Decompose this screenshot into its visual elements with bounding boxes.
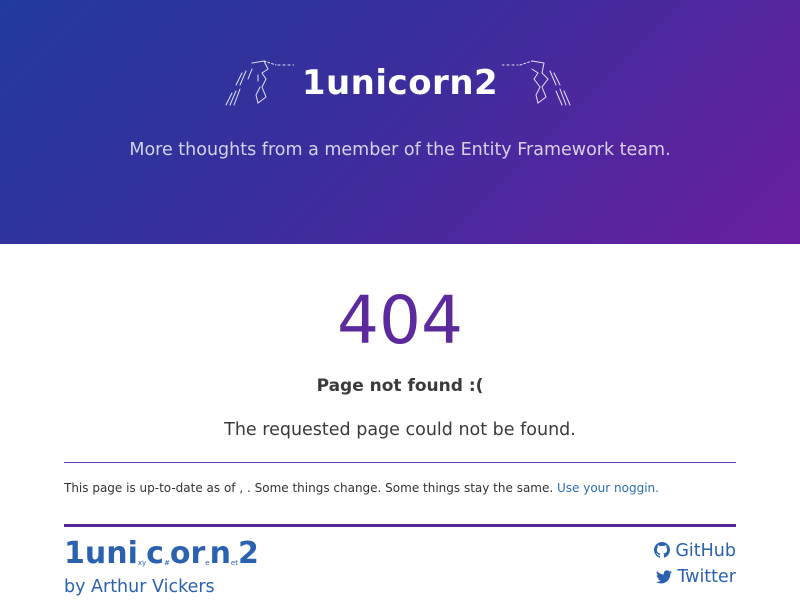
up-to-date-notice: This page is up-to-date as of , . Some t… [64,481,736,495]
brand-part: n [209,536,231,571]
error-code: 404 [337,282,463,359]
brand-part: c [146,536,164,571]
github-link[interactable]: GitHub [624,541,736,561]
footer-author: by Arthur Vickers [64,577,215,597]
site-subtitle: More thoughts from a member of the Entit… [129,140,671,160]
brand-part: 2 [237,536,259,571]
twitter-link[interactable]: Twitter [624,567,736,587]
twitter-icon [656,570,673,584]
ascii-unicorn-icon [502,60,571,106]
footer-divider [64,524,736,527]
hero-header: 1unicorn2 More thoughts from a member of… [0,0,800,244]
github-label: GitHub [675,541,736,561]
noggin-link[interactable]: Use your noggin. [557,481,659,495]
footer-brand-link[interactable]: 1unixyc#orenet2 [64,534,259,574]
github-icon [654,542,671,558]
twitter-label: Twitter [677,567,736,587]
brand-part: or [169,536,206,571]
site-title[interactable]: 1unicorn2 [300,63,500,103]
notice-text: This page is up-to-date as of , . Some t… [64,481,557,495]
brand-subscript: et [230,559,238,567]
error-message: The requested page could not be found. [224,420,576,440]
brand-subscript: xy [137,559,147,567]
error-title: Page not found :( [316,376,484,396]
ascii-unicorn-icon [225,60,294,106]
brand-part: 1uni [64,536,138,571]
divider [64,462,736,463]
title-row: 1unicorn2 [0,55,800,115]
